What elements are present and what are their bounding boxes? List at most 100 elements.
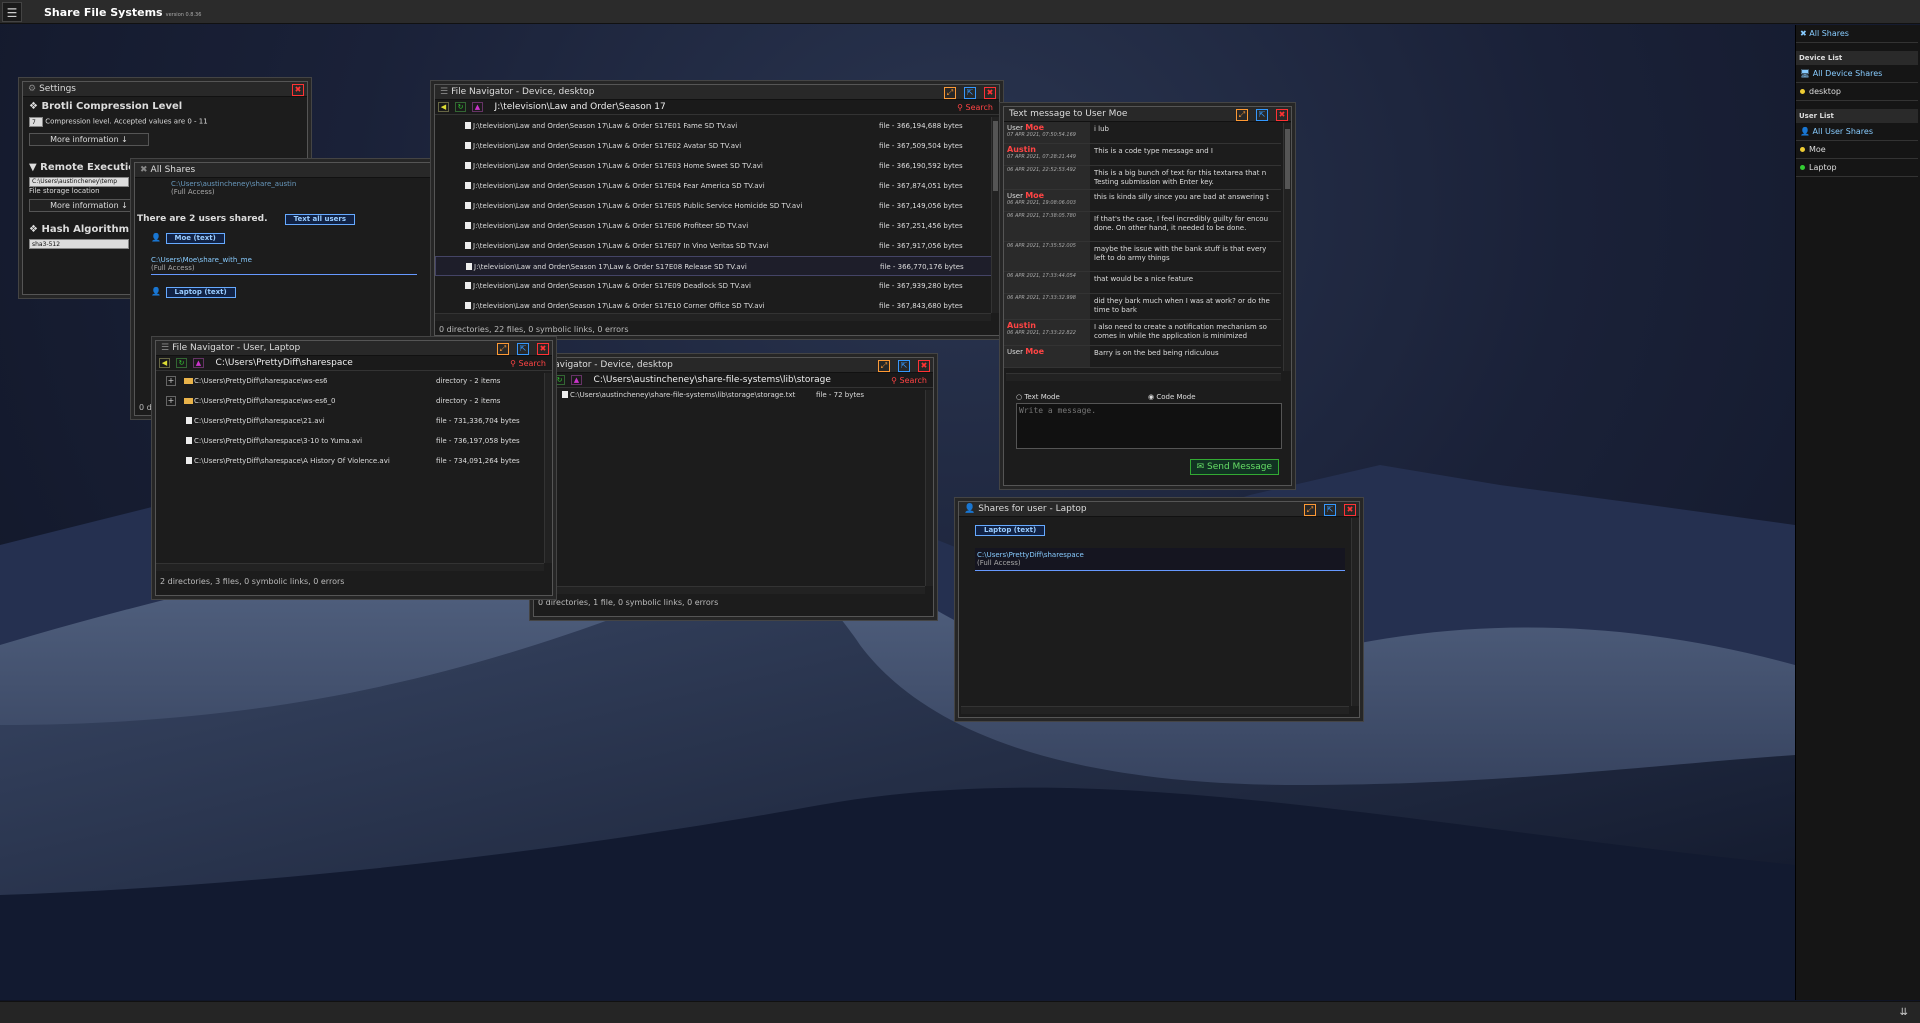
maximize-button[interactable]: ⇱ [1324, 504, 1336, 516]
device-item-desktop[interactable]: desktop [1796, 83, 1918, 101]
file-icon [465, 142, 471, 149]
file-navigator-storage-window[interactable]: e Navigator - Device, desktop ⤢⇱✖ ◀↻▲ C:… [533, 357, 934, 617]
minimize-button[interactable]: ⤢ [1236, 109, 1248, 121]
file-row[interactable]: J:\television\Law and Order\Season 17\La… [435, 276, 999, 296]
maximize-button[interactable]: ⇱ [517, 343, 529, 355]
vertical-scrollbar[interactable] [925, 390, 933, 586]
vertical-scrollbar[interactable] [544, 373, 552, 563]
message-header: 06 APR 2021, 17:35:52.005 [1004, 242, 1090, 271]
user-item-moe[interactable]: Moe [1796, 141, 1918, 159]
vertical-scrollbar[interactable] [1351, 518, 1359, 706]
vertical-scrollbar[interactable] [991, 117, 999, 313]
file-row[interactable]: C:\Users\PrettyDiff\sharespace\A History… [156, 451, 552, 471]
horizontal-scrollbar[interactable] [534, 586, 925, 594]
file-navigator-titlebar[interactable]: ☰ File Navigator - User, Laptop ⤢ ⇱ ✖ [156, 341, 552, 356]
close-button[interactable]: ✖ [292, 84, 304, 96]
taskbar-icon[interactable]: ⇊ [1900, 1007, 1908, 1018]
scroll-thumb[interactable] [1285, 129, 1290, 189]
message-input[interactable] [1016, 403, 1282, 449]
horizontal-scrollbar[interactable] [1006, 373, 1281, 381]
close-button[interactable]: ✖ [537, 343, 549, 355]
minimize-button[interactable]: ⤢ [944, 87, 956, 99]
minimize-button[interactable]: ⤢ [878, 360, 890, 372]
laptop-text-button[interactable]: Laptop (text) [165, 287, 236, 298]
laptop-share-entry[interactable]: C:\Users\PrettyDiff\sharespace (Full Acc… [975, 548, 1345, 571]
settings-titlebar[interactable]: ⚙ Settings ✖ [23, 82, 307, 97]
close-button[interactable]: ✖ [918, 360, 930, 372]
parent-directory-icon[interactable]: ▲ [193, 358, 204, 368]
refresh-icon[interactable]: ↻ [176, 358, 187, 368]
laptop-text-button[interactable]: Laptop (text) [975, 525, 1046, 536]
file-navigator-desktop-window[interactable]: ☰ File Navigator - Device, desktop ⤢ ⇱ ✖ ◀ ↻… [434, 84, 1000, 336]
file-row[interactable]: J:\television\Law and Order\Season 17\La… [435, 116, 999, 136]
search-button[interactable]: ⚲ Search [953, 102, 997, 113]
moe-share-entry[interactable]: C:\Users\Moe\share_with_me (Full Access) [151, 256, 417, 275]
file-row[interactable]: J:\television\Law and Order\Season 17\La… [435, 196, 999, 216]
file-navigator-laptop-window[interactable]: ☰ File Navigator - User, Laptop ⤢ ⇱ ✖ ◀ ↻ ▲ C… [155, 340, 553, 596]
maximize-button[interactable]: ⇱ [1256, 109, 1268, 121]
file-row[interactable]: J:\television\Law and Order\Season 17\La… [435, 136, 999, 156]
hash-algorithm-select[interactable] [29, 239, 129, 249]
parent-directory-icon[interactable]: ▲ [472, 102, 483, 112]
brotli-level-input[interactable] [29, 117, 43, 127]
all-user-shares-link[interactable]: 👤 All User Shares [1796, 123, 1918, 141]
share-path[interactable]: C:\Users\austincheney\share_austin [151, 180, 417, 188]
directory-row[interactable]: + C:\Users\PrettyDiff\sharespace\ws-es6_0… [156, 391, 552, 411]
file-name: J:\television\Law and Order\Season 17\La… [474, 263, 747, 271]
message-titlebar[interactable]: Text message to User Moe ⤢ ⇱ ✖ [1004, 107, 1291, 122]
file-navigator-titlebar[interactable]: e Navigator - Device, desktop ⤢ ⇱ ✖ [534, 358, 933, 373]
file-row[interactable]: C:\Users\PrettyDiff\sharespace\21.avi fil… [156, 411, 552, 431]
file-row[interactable]: J:\television\Law and Order\Season 17\La… [435, 216, 999, 236]
file-navigator-titlebar[interactable]: ☰ File Navigator - Device, desktop ⤢ ⇱ ✖ [435, 85, 999, 100]
text-message-window[interactable]: Text message to User Moe ⤢ ⇱ ✖ User Moe 07 … [1003, 106, 1292, 486]
maximize-button[interactable]: ⇱ [898, 360, 910, 372]
more-info-button[interactable]: More information ↓ [29, 198, 149, 212]
back-arrow-icon[interactable]: ◀ [438, 102, 449, 112]
close-button[interactable]: ✖ [1276, 109, 1288, 121]
user-item-laptop[interactable]: Laptop [1796, 159, 1918, 177]
search-button[interactable]: ⚲ Search [506, 358, 550, 369]
file-row[interactable]: C:\Users\PrettyDiff\sharespace\3-10 to Y… [156, 431, 552, 451]
text-all-users-button[interactable]: Text all users [284, 214, 356, 225]
send-message-button[interactable]: ✉ Send Message [1189, 459, 1279, 475]
expand-icon[interactable]: + [166, 396, 176, 406]
directory-row[interactable]: + C:\Users\PrettyDiff\sharespace\ws-es6 di… [156, 371, 552, 391]
address-input[interactable]: C:\Users\PrettyDiff\sharespace [216, 356, 353, 371]
moe-text-button[interactable]: Moe (text) [165, 233, 225, 244]
refresh-icon[interactable]: ↻ [455, 102, 466, 112]
more-info-button[interactable]: More information ↓ [29, 133, 149, 146]
horizontal-scrollbar[interactable] [156, 563, 544, 571]
close-button[interactable]: ✖ [984, 87, 996, 99]
back-arrow-icon[interactable]: ◀ [159, 358, 170, 368]
maximize-button[interactable]: ⇱ [964, 87, 976, 99]
close-button[interactable]: ✖ [1344, 504, 1356, 516]
parent-directory-icon[interactable]: ▲ [571, 375, 582, 385]
all-device-shares-link[interactable]: 🖥 All Device Shares [1796, 65, 1918, 83]
scroll-thumb[interactable] [993, 121, 998, 191]
horizontal-scrollbar[interactable] [435, 313, 991, 321]
laptop-shares-titlebar[interactable]: 👤 Shares for user - Laptop ⤢ ⇱ ✖ [959, 502, 1359, 517]
file-row[interactable]: J:\television\Law and Order\Season 17\La… [435, 156, 999, 176]
minimize-button[interactable]: ⤢ [497, 343, 509, 355]
all-shares-titlebar[interactable]: ✖ All Shares [135, 163, 433, 178]
hamburger-icon[interactable]: ☰ [2, 2, 22, 22]
horizontal-scrollbar[interactable] [961, 706, 1349, 714]
shares-for-laptop-window[interactable]: 👤 Shares for user - Laptop ⤢ ⇱ ✖ Laptop (te… [958, 501, 1360, 718]
file-row[interactable]: J:\television\Law and Order\Season 17\La… [435, 176, 999, 196]
storage-location-input[interactable] [29, 176, 129, 187]
share-path[interactable]: C:\Users\PrettyDiff\sharespace [977, 551, 1343, 559]
vertical-scrollbar[interactable] [1283, 123, 1291, 371]
file-row[interactable]: C:\Users\austincheney\share-file-systems… [534, 388, 933, 402]
refresh-icon[interactable]: ↻ [554, 375, 565, 385]
address-input[interactable]: C:\Users\austincheney\share-file-systems… [594, 373, 831, 388]
all-shares-link[interactable]: ✖ All Shares [1796, 25, 1918, 43]
search-button[interactable]: ⚲ Search [887, 375, 931, 386]
code-mode-option[interactable]: ◉ Code Mode [1148, 393, 1196, 401]
address-input[interactable]: J:\television\Law and Order\Season 17 [495, 100, 666, 115]
expand-icon[interactable]: + [166, 376, 176, 386]
file-row[interactable]: J:\television\Law and Order\Season 17\La… [435, 236, 999, 256]
text-mode-option[interactable]: ○ Text Mode [1016, 393, 1060, 401]
minimize-button[interactable]: ⤢ [1304, 504, 1316, 516]
share-path[interactable]: C:\Users\Moe\share_with_me [151, 256, 417, 264]
file-row[interactable]: J:\television\Law and Order\Season 17\La… [435, 256, 999, 276]
